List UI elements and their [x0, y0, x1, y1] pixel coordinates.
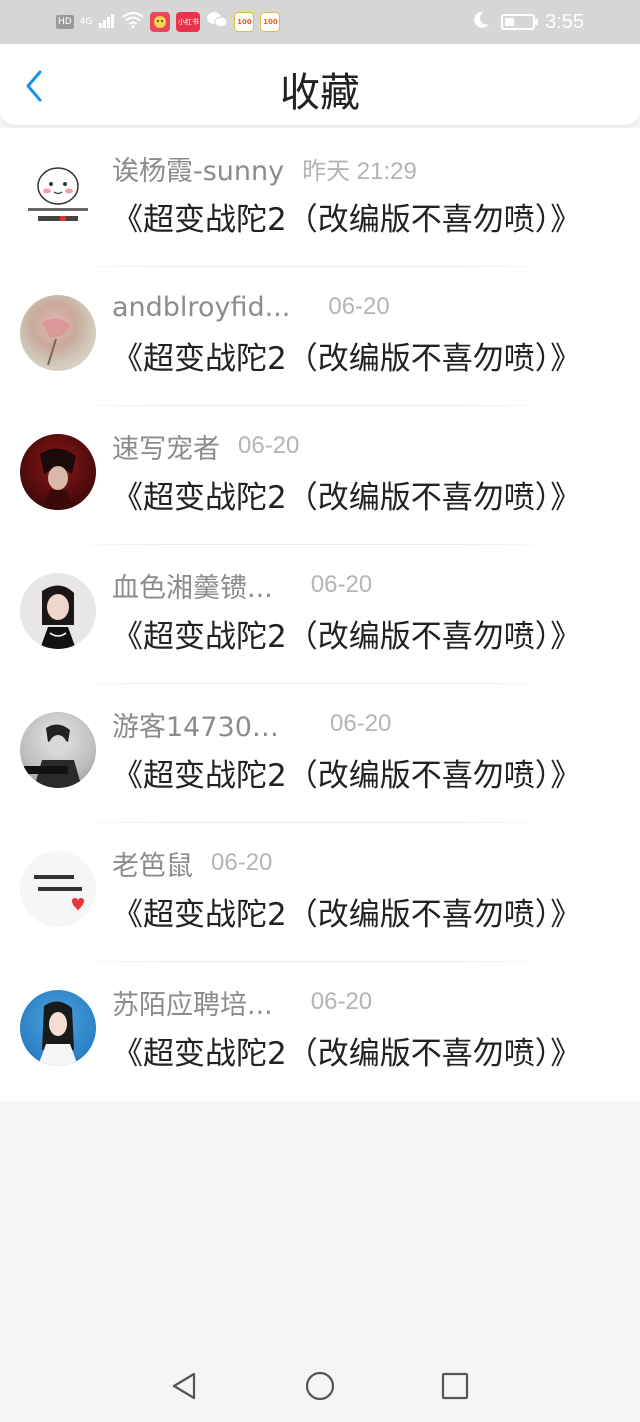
header: 收藏	[0, 44, 640, 126]
username[interactable]: 速写宠者	[112, 427, 220, 466]
avatar[interactable]	[20, 573, 96, 649]
favorite-item[interactable]: 血色湘羹镄... 06-20 《超变战陀2（改编版不喜勿喷）》	[0, 545, 640, 684]
score-icon-1: 100	[234, 12, 255, 32]
favorite-item[interactable]: 老笆鼠 06-20 《超变战陀2（改编版不喜勿喷）》	[0, 823, 640, 962]
favorite-item[interactable]: 苏陌应聘培... 06-20 《超变战陀2（改编版不喜勿喷）》	[0, 962, 640, 1101]
favorite-item[interactable]: andblroyfid... 06-20 《超变战陀2（改编版不喜勿喷）》	[0, 267, 640, 406]
item-meta: 诶杨霞-sunny 昨天 21:29	[112, 149, 417, 188]
username[interactable]: 诶杨霞-sunny	[112, 149, 284, 188]
item-title[interactable]: 《超变战陀2（改编版不喜勿喷）》	[112, 895, 608, 935]
nav-recents-button[interactable]	[435, 1368, 475, 1404]
date: 06-20	[310, 571, 373, 598]
item-title[interactable]: 《超变战陀2（改编版不喜勿喷）》	[112, 339, 608, 379]
battery-level	[505, 18, 515, 26]
clock: 3:55	[545, 10, 584, 33]
network-type: 4G	[79, 17, 93, 27]
item-title[interactable]: 《超变战陀2（改编版不喜勿喷）》	[112, 478, 608, 518]
app-notification-icon	[150, 12, 171, 32]
date: 06-20	[328, 293, 390, 320]
xiaohongshu-icon: 小红书	[176, 12, 201, 32]
avatar[interactable]	[20, 712, 96, 788]
item-meta: 老笆鼠 06-20	[112, 844, 273, 883]
date: 06-20	[238, 432, 300, 459]
hd-indicator: HD	[56, 15, 74, 29]
username[interactable]: andblroyfid...	[112, 292, 290, 323]
avatar[interactable]	[20, 990, 96, 1066]
date: 06-20	[330, 710, 392, 737]
nav-home-button[interactable]	[300, 1368, 340, 1404]
status-bar: HD 4G 小红书 100 100 3:55	[0, 0, 640, 44]
triangle-back-icon	[172, 1372, 196, 1400]
nav-back-button[interactable]	[164, 1368, 204, 1404]
favorite-item[interactable]: 速写宠者 06-20 《超变战陀2（改编版不喜勿喷）》	[0, 406, 640, 545]
system-nav-bar	[0, 1348, 640, 1422]
date: 昨天 21:29	[302, 157, 417, 185]
username[interactable]: 血色湘羹镄...	[112, 566, 273, 605]
avatar[interactable]	[20, 851, 96, 927]
status-icons-left: HD 4G 小红书 100 100	[56, 10, 281, 34]
status-icons-right: 3:55	[471, 8, 584, 36]
item-title[interactable]: 《超变战陀2（改编版不喜勿喷）》	[112, 1034, 608, 1074]
item-title[interactable]: 《超变战陀2（改编版不喜勿喷）》	[112, 756, 608, 796]
username[interactable]: 苏陌应聘培...	[112, 983, 273, 1022]
item-meta: 游客147306... 06-20	[112, 705, 392, 744]
username[interactable]: 老笆鼠	[112, 844, 193, 883]
score-icon-2: 100	[260, 12, 281, 32]
wifi-icon	[122, 12, 145, 32]
circle-home-icon	[305, 1371, 335, 1401]
favorites-list: 诶杨霞-sunny 昨天 21:29 《超变战陀2（改编版不喜勿喷）》 andb…	[0, 128, 640, 1101]
avatar[interactable]	[20, 434, 96, 510]
username[interactable]: 游客147306...	[112, 705, 292, 744]
date: 06-20	[211, 849, 273, 876]
favorite-item[interactable]: 诶杨霞-sunny 昨天 21:29 《超变战陀2（改编版不喜勿喷）》	[0, 128, 640, 267]
item-meta: andblroyfid... 06-20	[112, 289, 390, 325]
battery-icon	[501, 14, 539, 30]
item-meta: 速写宠者 06-20	[112, 427, 300, 466]
item-title[interactable]: 《超变战陀2（改编版不喜勿喷）》	[112, 200, 608, 240]
date: 06-20	[310, 988, 373, 1015]
avatar[interactable]	[20, 156, 96, 232]
favorite-item[interactable]: 游客147306... 06-20 《超变战陀2（改编版不喜勿喷）》	[0, 684, 640, 823]
item-meta: 血色湘羹镄... 06-20	[112, 566, 373, 605]
square-recents-icon	[441, 1372, 469, 1400]
signal-icon	[98, 12, 116, 32]
moon-icon	[471, 10, 491, 34]
wechat-icon	[206, 11, 228, 33]
item-meta: 苏陌应聘培... 06-20	[112, 983, 373, 1022]
item-title[interactable]: 《超变战陀2（改编版不喜勿喷）》	[112, 617, 608, 657]
avatar[interactable]	[20, 295, 96, 371]
page-title: 收藏	[280, 70, 360, 116]
